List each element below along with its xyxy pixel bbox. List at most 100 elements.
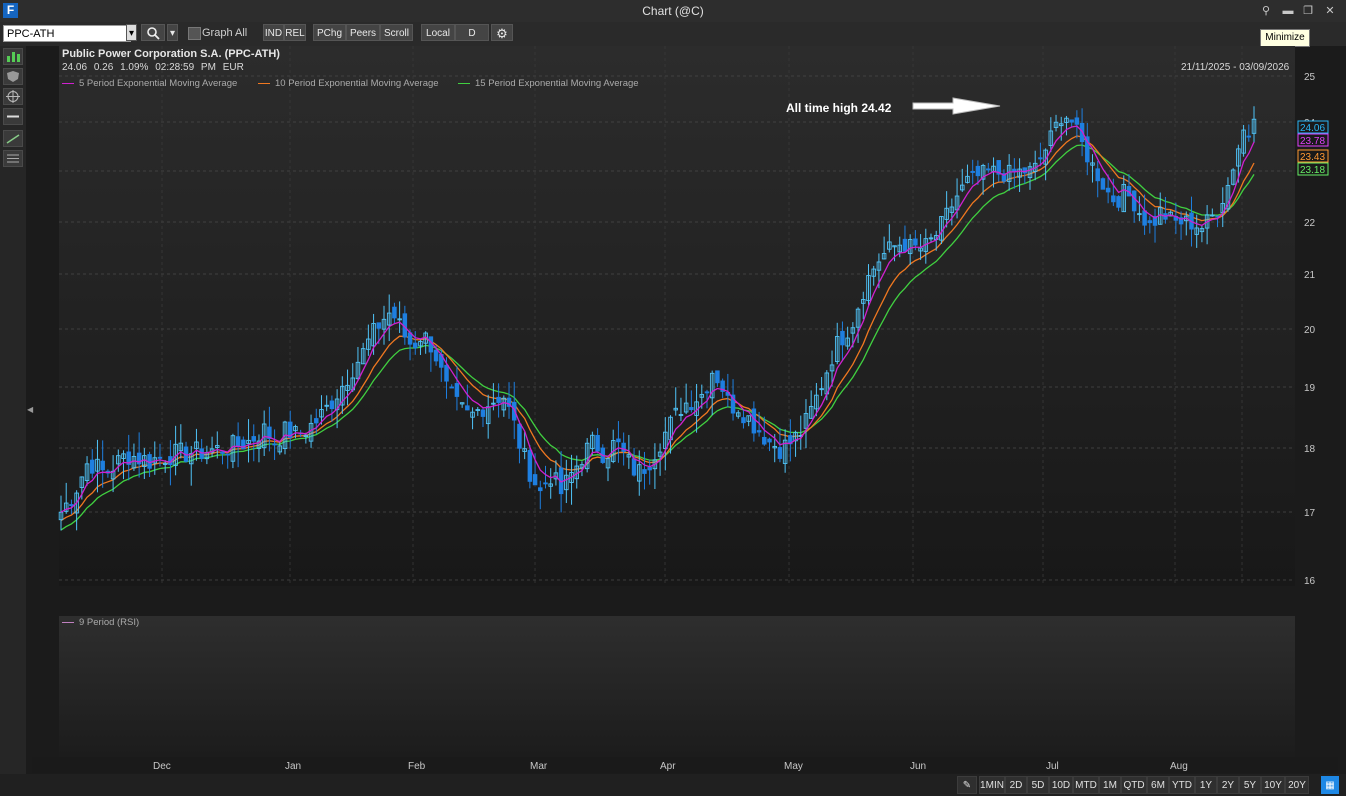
period-button-10y[interactable]: 10Y (1261, 776, 1285, 794)
y-tick-label: 20 (1304, 325, 1316, 336)
period-button-1m[interactable]: 1M (1099, 776, 1121, 794)
chart-type-icon[interactable] (3, 48, 23, 65)
rsi-panel[interactable] (59, 616, 1295, 757)
restore-icon[interactable]: ❐ (1300, 3, 1316, 19)
y-tick-label: 17 (1304, 508, 1316, 519)
candle (616, 438, 621, 443)
price-tag: 23.18 (1300, 165, 1325, 176)
shield-icon[interactable] (3, 68, 23, 85)
candle (225, 453, 230, 456)
interval-button[interactable]: D (455, 24, 489, 41)
symbol-input[interactable] (3, 25, 131, 42)
legend-ema10[interactable]: 10 Period Exponential Moving Average (258, 78, 439, 89)
trendline-icon[interactable] (3, 130, 23, 147)
candle (840, 330, 845, 346)
candle (1074, 117, 1080, 125)
symbol-dropdown-icon[interactable]: ▾ (126, 24, 137, 41)
period-button-2y[interactable]: 2Y (1217, 776, 1239, 794)
candle (975, 165, 981, 177)
legend-swatch-ema5 (62, 82, 74, 84)
search-dropdown-icon[interactable]: ▾ (167, 24, 178, 41)
price-chart[interactable]: 25242322212019181716 24.0623.7823.4323.1… (32, 46, 1338, 616)
candle (1116, 196, 1121, 208)
local-button[interactable]: Local (421, 24, 455, 41)
period-button-ytd[interactable]: YTD (1169, 776, 1195, 794)
month-label: Jan (285, 761, 302, 772)
period-button-6m[interactable]: 6M (1147, 776, 1169, 794)
candle (1100, 178, 1106, 190)
candle (157, 456, 163, 459)
period-button-10d[interactable]: 10D (1049, 776, 1073, 794)
period-button-5y[interactable]: 5Y (1239, 776, 1261, 794)
candle (235, 436, 241, 447)
candle (777, 447, 783, 459)
candle (986, 168, 991, 171)
period-button-1y[interactable]: 1Y (1195, 776, 1217, 794)
candle (595, 434, 600, 452)
candle (454, 383, 460, 397)
period-button-1min[interactable]: 1MIN (979, 776, 1005, 794)
scroll-button[interactable]: Scroll (380, 24, 413, 41)
candle (392, 306, 397, 319)
candle (449, 386, 454, 389)
draw-tool-icon[interactable]: ✎ (957, 776, 977, 794)
legend-ema15[interactable]: 15 Period Exponential Moving Average (458, 78, 639, 89)
legend-ema5[interactable]: 5 Period Exponential Moving Average (62, 78, 237, 89)
settings-gear-icon[interactable]: ⚙ (491, 24, 513, 41)
graph-all-label: Graph All (202, 27, 248, 39)
candle (220, 451, 225, 454)
chart-title: Public Power Corporation S.A. (PPC-ATH) (62, 48, 280, 60)
date-range: 21/11/2025 - 03/09/2026 (1181, 62, 1290, 73)
candle (647, 467, 652, 471)
period-button-20y[interactable]: 20Y (1285, 776, 1309, 794)
grid-lines-icon[interactable] (3, 150, 23, 167)
close-icon[interactable]: ✕ (1322, 3, 1338, 19)
minimize-icon[interactable]: ▬ (1280, 3, 1296, 19)
x-axis (32, 757, 1338, 773)
candle (756, 430, 762, 433)
crosshair-icon[interactable] (3, 88, 23, 105)
candle (517, 423, 522, 449)
rel-button[interactable]: REL (284, 24, 306, 41)
candle (1147, 220, 1153, 224)
pchg-button[interactable]: PChg (313, 24, 346, 41)
candle (376, 322, 382, 329)
rsi-label: 9 Period (RSI) (79, 617, 140, 628)
candle (413, 342, 418, 349)
candle (1038, 157, 1043, 160)
candle (538, 487, 543, 492)
y-tick-label: 22 (1304, 218, 1316, 229)
price-tag: 23.43 (1300, 152, 1325, 163)
month-label: Dec (153, 761, 171, 772)
price-change-pct: 1.09% (120, 62, 149, 73)
candle (329, 400, 335, 410)
last-price: 24.06 (62, 62, 88, 73)
rsi-legend: 9 Period (RSI) (62, 617, 139, 628)
currency: EUR (222, 62, 244, 73)
legend-label: 5 Period Exponential Moving Average (79, 78, 238, 89)
graph-all-checkbox[interactable] (188, 27, 201, 40)
month-label: Jul (1046, 761, 1059, 772)
month-label: Aug (1170, 761, 1188, 772)
horizontal-line-icon[interactable] (3, 108, 23, 125)
period-button-mtd[interactable]: MTD (1073, 776, 1099, 794)
rsi-swatch (62, 621, 74, 623)
candle (543, 482, 548, 485)
candle (1069, 119, 1074, 123)
calendar-icon[interactable]: ▦ (1321, 776, 1339, 794)
search-button[interactable] (141, 24, 165, 41)
candle (69, 504, 74, 507)
minimize-tooltip: Minimize (1260, 29, 1310, 47)
candle (704, 391, 710, 394)
period-button-5d[interactable]: 5D (1027, 776, 1049, 794)
candle (251, 436, 257, 442)
candle (480, 409, 486, 417)
ind-button[interactable]: IND (263, 24, 284, 41)
candle (767, 438, 772, 443)
y-tick-label: 25 (1304, 72, 1316, 83)
candle (762, 436, 767, 445)
peers-button[interactable]: Peers (346, 24, 380, 41)
period-button-2d[interactable]: 2D (1005, 776, 1027, 794)
link-icon[interactable]: ⚲ (1258, 3, 1274, 19)
period-button-qtd[interactable]: QTD (1121, 776, 1147, 794)
